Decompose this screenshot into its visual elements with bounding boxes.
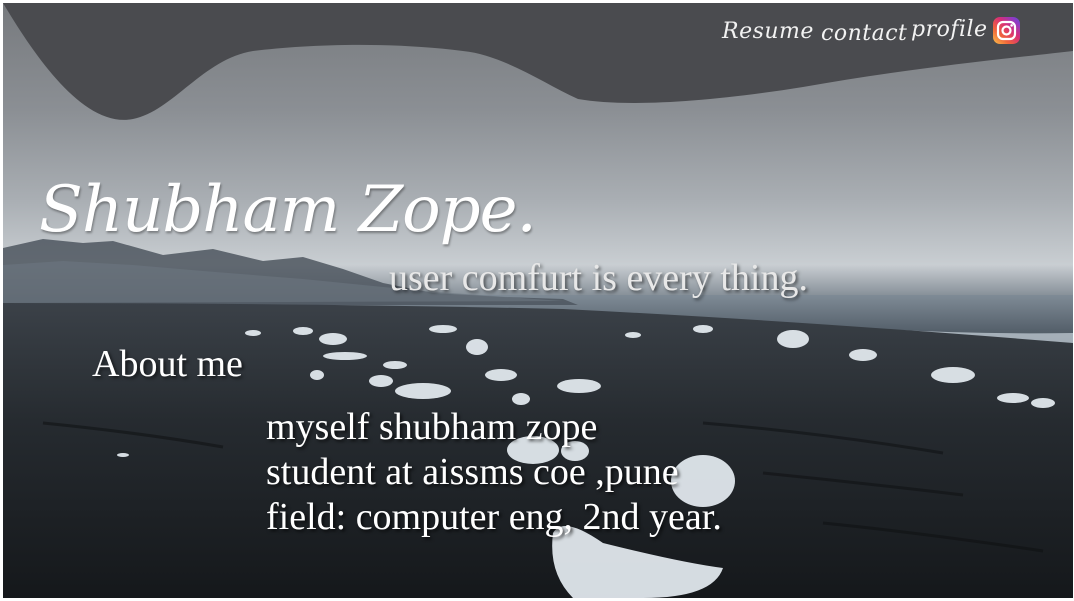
tagline: user comfurt is every thing. <box>389 257 808 299</box>
about-line: field: computer eng, 2nd year. <box>266 496 722 538</box>
about-line: student at aissms coe ,pune <box>266 451 679 493</box>
about-heading: About me <box>92 343 243 385</box>
nav-contact-link[interactable]: contact <box>821 21 907 46</box>
instagram-glyph <box>996 20 1017 41</box>
site-title: Shubham Zope. <box>39 173 537 247</box>
nav-resume-link[interactable]: Resume <box>722 19 814 44</box>
about-line: myself shubham zope <box>266 406 598 448</box>
instagram-icon[interactable] <box>993 17 1020 44</box>
nav-profile-link[interactable]: profile <box>911 17 988 42</box>
page-frame: Resume contact profile Shubham Zope. use… <box>3 3 1073 598</box>
